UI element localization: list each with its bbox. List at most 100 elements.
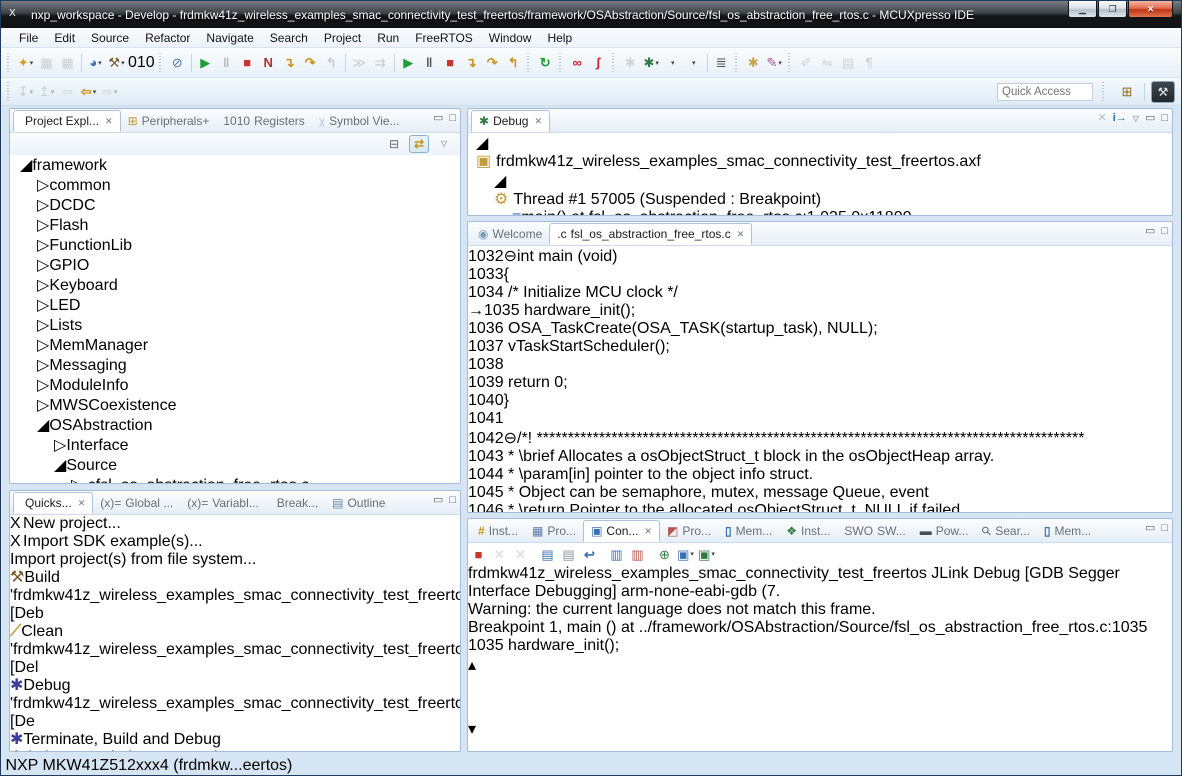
back-disabled-button[interactable]: ⇦	[57, 81, 78, 103]
vscroll-thumb[interactable]	[468, 675, 1172, 719]
dropdown-arrow-icon[interactable]: ▾	[93, 88, 97, 96]
tree-item-interface[interactable]: ▷Interface	[10, 435, 460, 455]
debug-last-button[interactable]: ✱	[620, 52, 641, 74]
resume-all-button[interactable]: ▶	[398, 52, 419, 74]
dropdown-arrow-icon[interactable]: ▾	[671, 59, 675, 67]
collapsed-expander-icon[interactable]: ▷	[37, 377, 49, 394]
console-tab-con[interactable]: ▣Con...✕	[583, 520, 660, 542]
maximize-view-icon[interactable]: □	[1161, 523, 1168, 534]
quickstart-link[interactable]: Import project(s) from file system...	[10, 551, 256, 568]
save-all-button[interactable]: ▦	[57, 52, 78, 74]
reset-target-button[interactable]: ↻	[535, 52, 556, 74]
line-number[interactable]: 1035	[484, 302, 520, 319]
dropdown-arrow-icon[interactable]: ▾	[690, 550, 694, 558]
tree-item-osabstraction[interactable]: ◢OSAbstraction	[10, 415, 460, 435]
dropdown-arrow-icon[interactable]: ▾	[30, 88, 34, 96]
menu-search[interactable]: Search	[262, 29, 316, 47]
suspend-all-button[interactable]: ‖	[419, 52, 440, 74]
tab-close-icon[interactable]: ✕	[737, 229, 745, 240]
dropdown-arrow-icon[interactable]: ▾	[655, 59, 659, 67]
debug-row-thread-1-57005-suspend[interactable]: ◢⚙Thread #1 57005 (Suspended : Breakpoin…	[468, 171, 1172, 209]
quickstart-tab-break[interactable]: Break...	[266, 492, 325, 514]
export-change-button[interactable]: ↥▾	[36, 81, 57, 103]
console-tab-inst[interactable]: #Inst...	[471, 520, 525, 542]
link-with-editor-icon[interactable]: ⇄	[409, 135, 429, 153]
minimize-view-icon[interactable]: ▭	[433, 113, 443, 124]
collapsed-expander-icon[interactable]: ▷	[37, 177, 49, 194]
step-into-all-button[interactable]: ↴	[461, 52, 482, 74]
build-button[interactable]: ⚒▾	[106, 52, 127, 74]
remove-terminated-icon[interactable]: ✕	[1098, 113, 1107, 124]
line-number[interactable]: 1039	[468, 374, 504, 391]
memory-chip-button[interactable]: ≣	[711, 52, 732, 74]
tree-item-keyboard[interactable]: ▷Keyboard	[10, 275, 460, 295]
reset-button[interactable]: N	[258, 52, 279, 74]
minimize-view-icon[interactable]: ▭	[433, 495, 443, 506]
pilcrow-button[interactable]: ¶	[859, 52, 880, 74]
collapsed-expander-icon[interactable]: ▷	[71, 477, 83, 484]
expanded-expander-icon[interactable]: ◢	[54, 457, 66, 474]
console-output[interactable]: Warning: the current language does not m…	[468, 601, 1172, 655]
menu-freertos[interactable]: FreeRTOS	[407, 29, 481, 47]
quickstart-link[interactable]: New project...	[23, 515, 121, 532]
expanded-expander-icon[interactable]: ◢	[476, 135, 488, 152]
collapse-all-icon[interactable]: ⊟	[384, 135, 404, 153]
dropdown-arrow-icon[interactable]: ▾	[51, 88, 55, 96]
code-area[interactable]: 1032⊖int main (void)1033{1034 /* Initial…	[468, 246, 1172, 513]
restore-button[interactable]: ❐	[1098, 1, 1127, 18]
tree-item-flash[interactable]: ▷Flash	[10, 215, 460, 235]
dropdown-arrow-icon[interactable]: ▾	[30, 59, 34, 67]
step-return-button[interactable]: ↰	[321, 52, 342, 74]
collapsed-expander-icon[interactable]: ▷	[37, 337, 49, 354]
tree-item-lists[interactable]: ▷Lists	[10, 315, 460, 335]
line-number[interactable]: 1043	[468, 448, 504, 465]
quickstart-tab-variabl[interactable]: (x)=Variabl...	[180, 492, 265, 514]
new-wizard-button[interactable]: ✦▾	[15, 52, 36, 74]
debug-row-content[interactable]: ▣frdmkw41z_wireless_examples_smac_connec…	[476, 153, 1172, 171]
maximize-view-icon[interactable]: □	[1161, 226, 1168, 237]
pin-console-button[interactable]: ⊕	[654, 543, 675, 565]
format-button[interactable]: ✐	[796, 52, 817, 74]
display-console-button[interactable]: ▣▾	[675, 543, 696, 565]
collapsed-expander-icon[interactable]: ▷	[37, 317, 49, 334]
line-number[interactable]: 1037	[468, 338, 504, 355]
dropdown-arrow-icon[interactable]: ▾	[711, 550, 715, 558]
back-button[interactable]: ⇦▾	[78, 81, 99, 103]
explorer-tab-symbol-vie[interactable]: χSymbol Vie...	[312, 110, 407, 132]
line-number[interactable]: 1041	[468, 410, 504, 427]
view-menu-icon[interactable]: ▽	[434, 135, 454, 153]
stdout-lock-button[interactable]: ▥	[606, 543, 627, 565]
quickstart-link[interactable]: Debug 'frdmkw41z_wireless_examples_smac_…	[10, 677, 461, 730]
console-tab-sw[interactable]: SWOSW...	[837, 520, 912, 542]
debug-config-button[interactable]: ✱▾	[641, 52, 662, 74]
instr-step-over-button[interactable]: ≫	[349, 52, 370, 74]
dropdown-arrow-icon[interactable]: ▾	[692, 59, 696, 67]
link-icon-button[interactable]: ∞	[567, 52, 588, 74]
console-tab-pow[interactable]: ▬Pow...	[913, 520, 976, 542]
tree-item-common[interactable]: ▷common	[10, 175, 460, 195]
quickstart-tab-global[interactable]: (x)=Global ...	[93, 492, 180, 514]
instr-step-button[interactable]: ⇉	[370, 52, 391, 74]
close-button[interactable]: ✕	[1128, 1, 1173, 18]
debug-project-button[interactable]: ◕▾	[85, 52, 106, 74]
editor-tab-fsl-os-abstraction-free-rtos-c[interactable]: .cfsl_os_abstraction_free_rtos.c✕	[549, 223, 752, 245]
tree-item-framework[interactable]: ◢framework	[10, 155, 460, 175]
quickstart-item-build-frdmkw41z-wireless-examples-smac-c[interactable]: ⚒Build 'frdmkw41z_wireless_examples_smac…	[10, 569, 460, 623]
selected-stack-frame[interactable]: ≡main() at fsl_os_abstraction_free_rtos.…	[512, 209, 912, 216]
tab-close-icon[interactable]: ✕	[78, 498, 86, 509]
scroll-down-icon[interactable]: ▾	[468, 721, 476, 738]
tree-item-moduleinfo[interactable]: ▷ModuleInfo	[10, 375, 460, 395]
skip-breakpoints-button[interactable]: ⊘	[167, 52, 188, 74]
minimize-view-icon[interactable]: ▭	[1145, 523, 1155, 534]
step-over-button[interactable]: ↷	[300, 52, 321, 74]
line-number[interactable]: 1045	[468, 484, 504, 501]
line-number[interactable]: 1040	[468, 392, 504, 409]
project-link[interactable]: (frdmkw...eertos)	[173, 757, 292, 774]
remove-button[interactable]: ✕	[510, 543, 531, 565]
view-menu-icon[interactable]: ▽	[1133, 115, 1139, 123]
run-button[interactable]: ▾	[662, 52, 683, 74]
debug-row-content[interactable]: ⚙Thread #1 57005 (Suspended : Breakpoint…	[494, 191, 1172, 209]
stderr-show-button[interactable]: ▥	[627, 543, 648, 565]
editor-tab-welcome[interactable]: ◉Welcome	[471, 223, 549, 245]
quickstart-link[interactable]: Import SDK example(s)...	[23, 533, 203, 550]
